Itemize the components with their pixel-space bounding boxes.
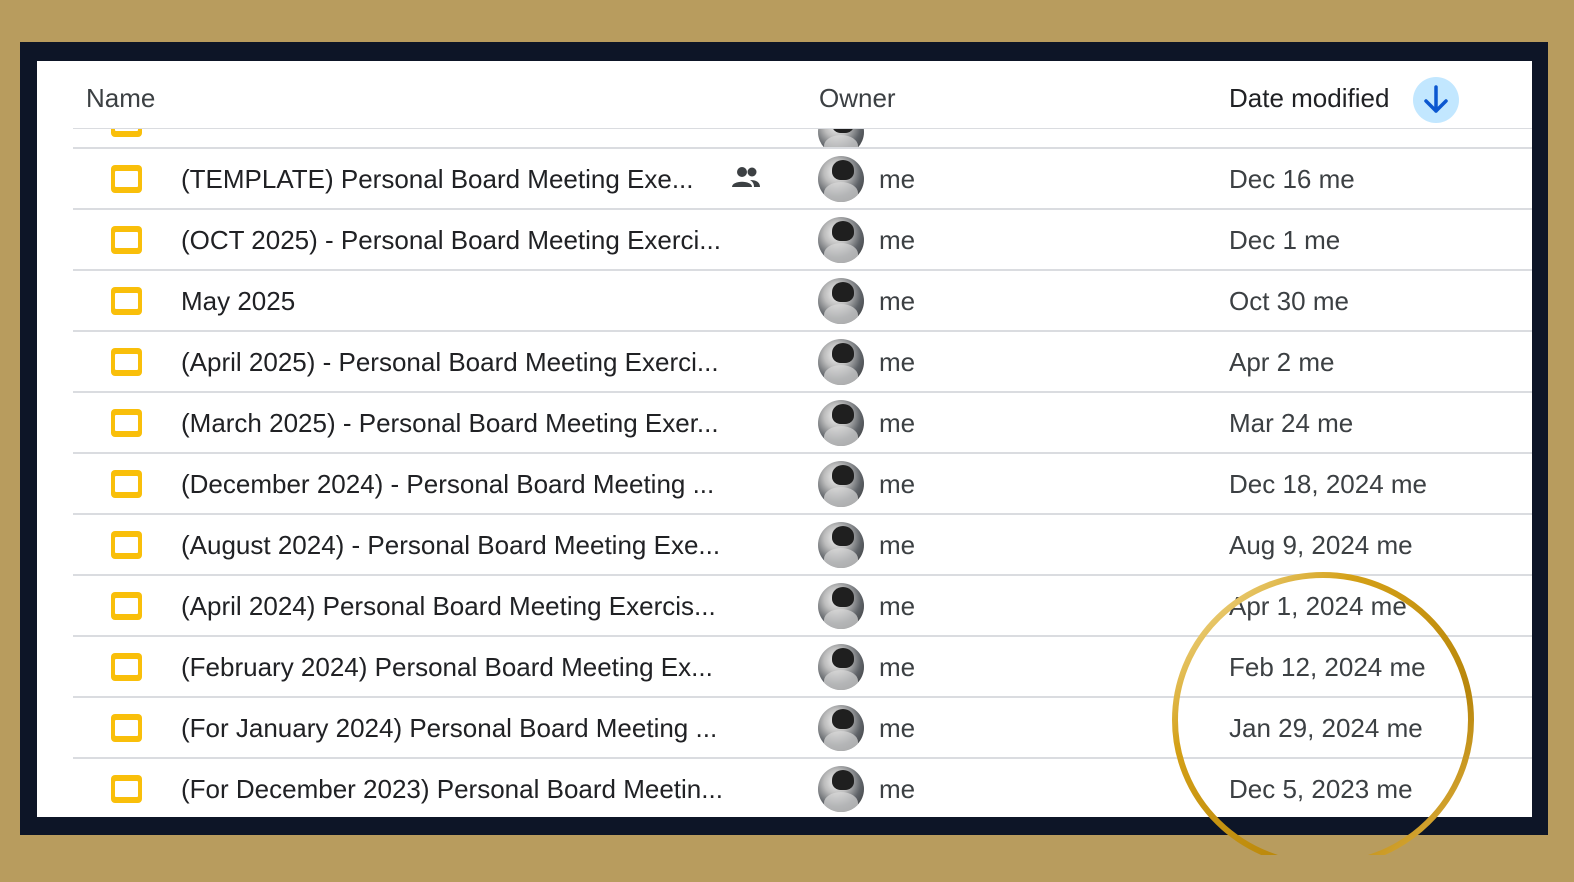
file-row[interactable]: (December 2024) - Personal Board Meeting…: [73, 454, 1532, 515]
slides-icon: [111, 409, 142, 437]
slides-icon: [111, 129, 142, 137]
avatar: [818, 129, 864, 148]
file-owner: me: [879, 591, 916, 621]
file-name[interactable]: (February 2024) Personal Board Meeting E…: [181, 652, 713, 683]
avatar: [818, 339, 864, 385]
file-list-panel: Name Owner Date modified (TEMPLATE) Pers…: [37, 61, 1532, 817]
avatar: [818, 156, 864, 202]
file-date-modified: Apr 2 me: [1229, 347, 1335, 377]
slides-icon: [111, 531, 142, 559]
file-name[interactable]: (March 2025) - Personal Board Meeting Ex…: [181, 408, 719, 439]
file-owner: me: [879, 713, 916, 743]
file-date-modified: Jan 29, 2024 me: [1229, 713, 1423, 743]
file-row[interactable]: (March 2025) - Personal Board Meeting Ex…: [73, 393, 1532, 454]
slides-icon: [111, 592, 142, 620]
file-name[interactable]: (OCT 2025) - Personal Board Meeting Exer…: [181, 225, 721, 256]
column-header-owner[interactable]: Owner: [819, 83, 896, 114]
file-date-modified: Oct 30 me: [1229, 286, 1349, 316]
file-name[interactable]: (August 2024) - Personal Board Meeting E…: [181, 530, 720, 561]
avatar: [818, 705, 864, 751]
file-owner: me: [879, 652, 916, 682]
file-name[interactable]: (TEMPLATE) Personal Board Meeting Exe...: [181, 164, 694, 195]
avatar: [818, 400, 864, 446]
file-name[interactable]: (For January 2024) Personal Board Meetin…: [181, 713, 717, 744]
avatar: [818, 644, 864, 690]
slides-icon: [111, 470, 142, 498]
arrow-down-icon: [1424, 85, 1448, 113]
avatar: [818, 522, 864, 568]
slides-icon: [111, 226, 142, 254]
file-row[interactable]: (For January 2024) Personal Board Meetin…: [73, 698, 1532, 759]
people-icon: [732, 167, 760, 187]
file-name[interactable]: (For December 2023) Personal Board Meeti…: [181, 774, 723, 805]
slides-icon: [111, 287, 142, 315]
column-header-row: Name Owner Date modified: [37, 61, 1532, 129]
avatar: [818, 583, 864, 629]
file-rows: (TEMPLATE) Personal Board Meeting Exe...…: [73, 149, 1532, 817]
file-name[interactable]: (April 2024) Personal Board Meeting Exer…: [181, 591, 716, 622]
file-row[interactable]: (April 2025) - Personal Board Meeting Ex…: [73, 332, 1532, 393]
file-owner: me: [879, 347, 916, 377]
file-date-modified: Apr 1, 2024 me: [1229, 591, 1407, 621]
avatar: [818, 217, 864, 263]
file-owner: me: [879, 774, 916, 804]
slides-icon: [111, 775, 142, 803]
file-date-modified: Dec 18, 2024 me: [1229, 469, 1428, 499]
avatar: [818, 461, 864, 507]
file-date-modified: Dec 5, 2023 me: [1229, 774, 1413, 804]
file-name[interactable]: (December 2024) - Personal Board Meeting…: [181, 469, 714, 500]
file-owner: me: [879, 164, 916, 194]
file-row[interactable]: (OCT 2025) - Personal Board Meeting Exer…: [73, 210, 1532, 271]
file-owner: me: [879, 286, 916, 316]
file-row[interactable]: (April 2024) Personal Board Meeting Exer…: [73, 576, 1532, 637]
slides-icon: [111, 714, 142, 742]
file-date-modified: Dec 16 me: [1229, 164, 1355, 194]
avatar: [818, 278, 864, 324]
file-date-modified: Mar 24 me: [1229, 408, 1354, 438]
file-name[interactable]: May 2025: [181, 286, 295, 317]
file-owner: me: [879, 225, 916, 255]
file-row[interactable]: (August 2024) - Personal Board Meeting E…: [73, 515, 1532, 576]
file-owner: me: [879, 469, 916, 499]
file-owner: me: [879, 408, 916, 438]
file-owner: me: [879, 530, 916, 560]
partial-row-above: [73, 129, 1532, 148]
avatar: [818, 766, 864, 812]
file-date-modified: Dec 1 me: [1229, 225, 1341, 255]
slides-icon: [111, 348, 142, 376]
column-header-date-modified[interactable]: Date modified: [1229, 83, 1389, 114]
slides-icon: [111, 653, 142, 681]
file-name[interactable]: (April 2025) - Personal Board Meeting Ex…: [181, 347, 719, 378]
file-row[interactable]: (February 2024) Personal Board Meeting E…: [73, 637, 1532, 698]
sort-direction-button[interactable]: [1413, 77, 1459, 123]
file-date-modified: Aug 9, 2024 me: [1229, 530, 1413, 560]
file-row[interactable]: (TEMPLATE) Personal Board Meeting Exe...…: [73, 149, 1532, 210]
file-date-modified: Feb 12, 2024 me: [1229, 652, 1426, 682]
file-row[interactable]: May 2025 me Oct 30 me: [73, 271, 1532, 332]
column-header-name[interactable]: Name: [86, 83, 155, 114]
file-row[interactable]: (For December 2023) Personal Board Meeti…: [73, 759, 1532, 817]
slides-icon: [111, 165, 142, 193]
